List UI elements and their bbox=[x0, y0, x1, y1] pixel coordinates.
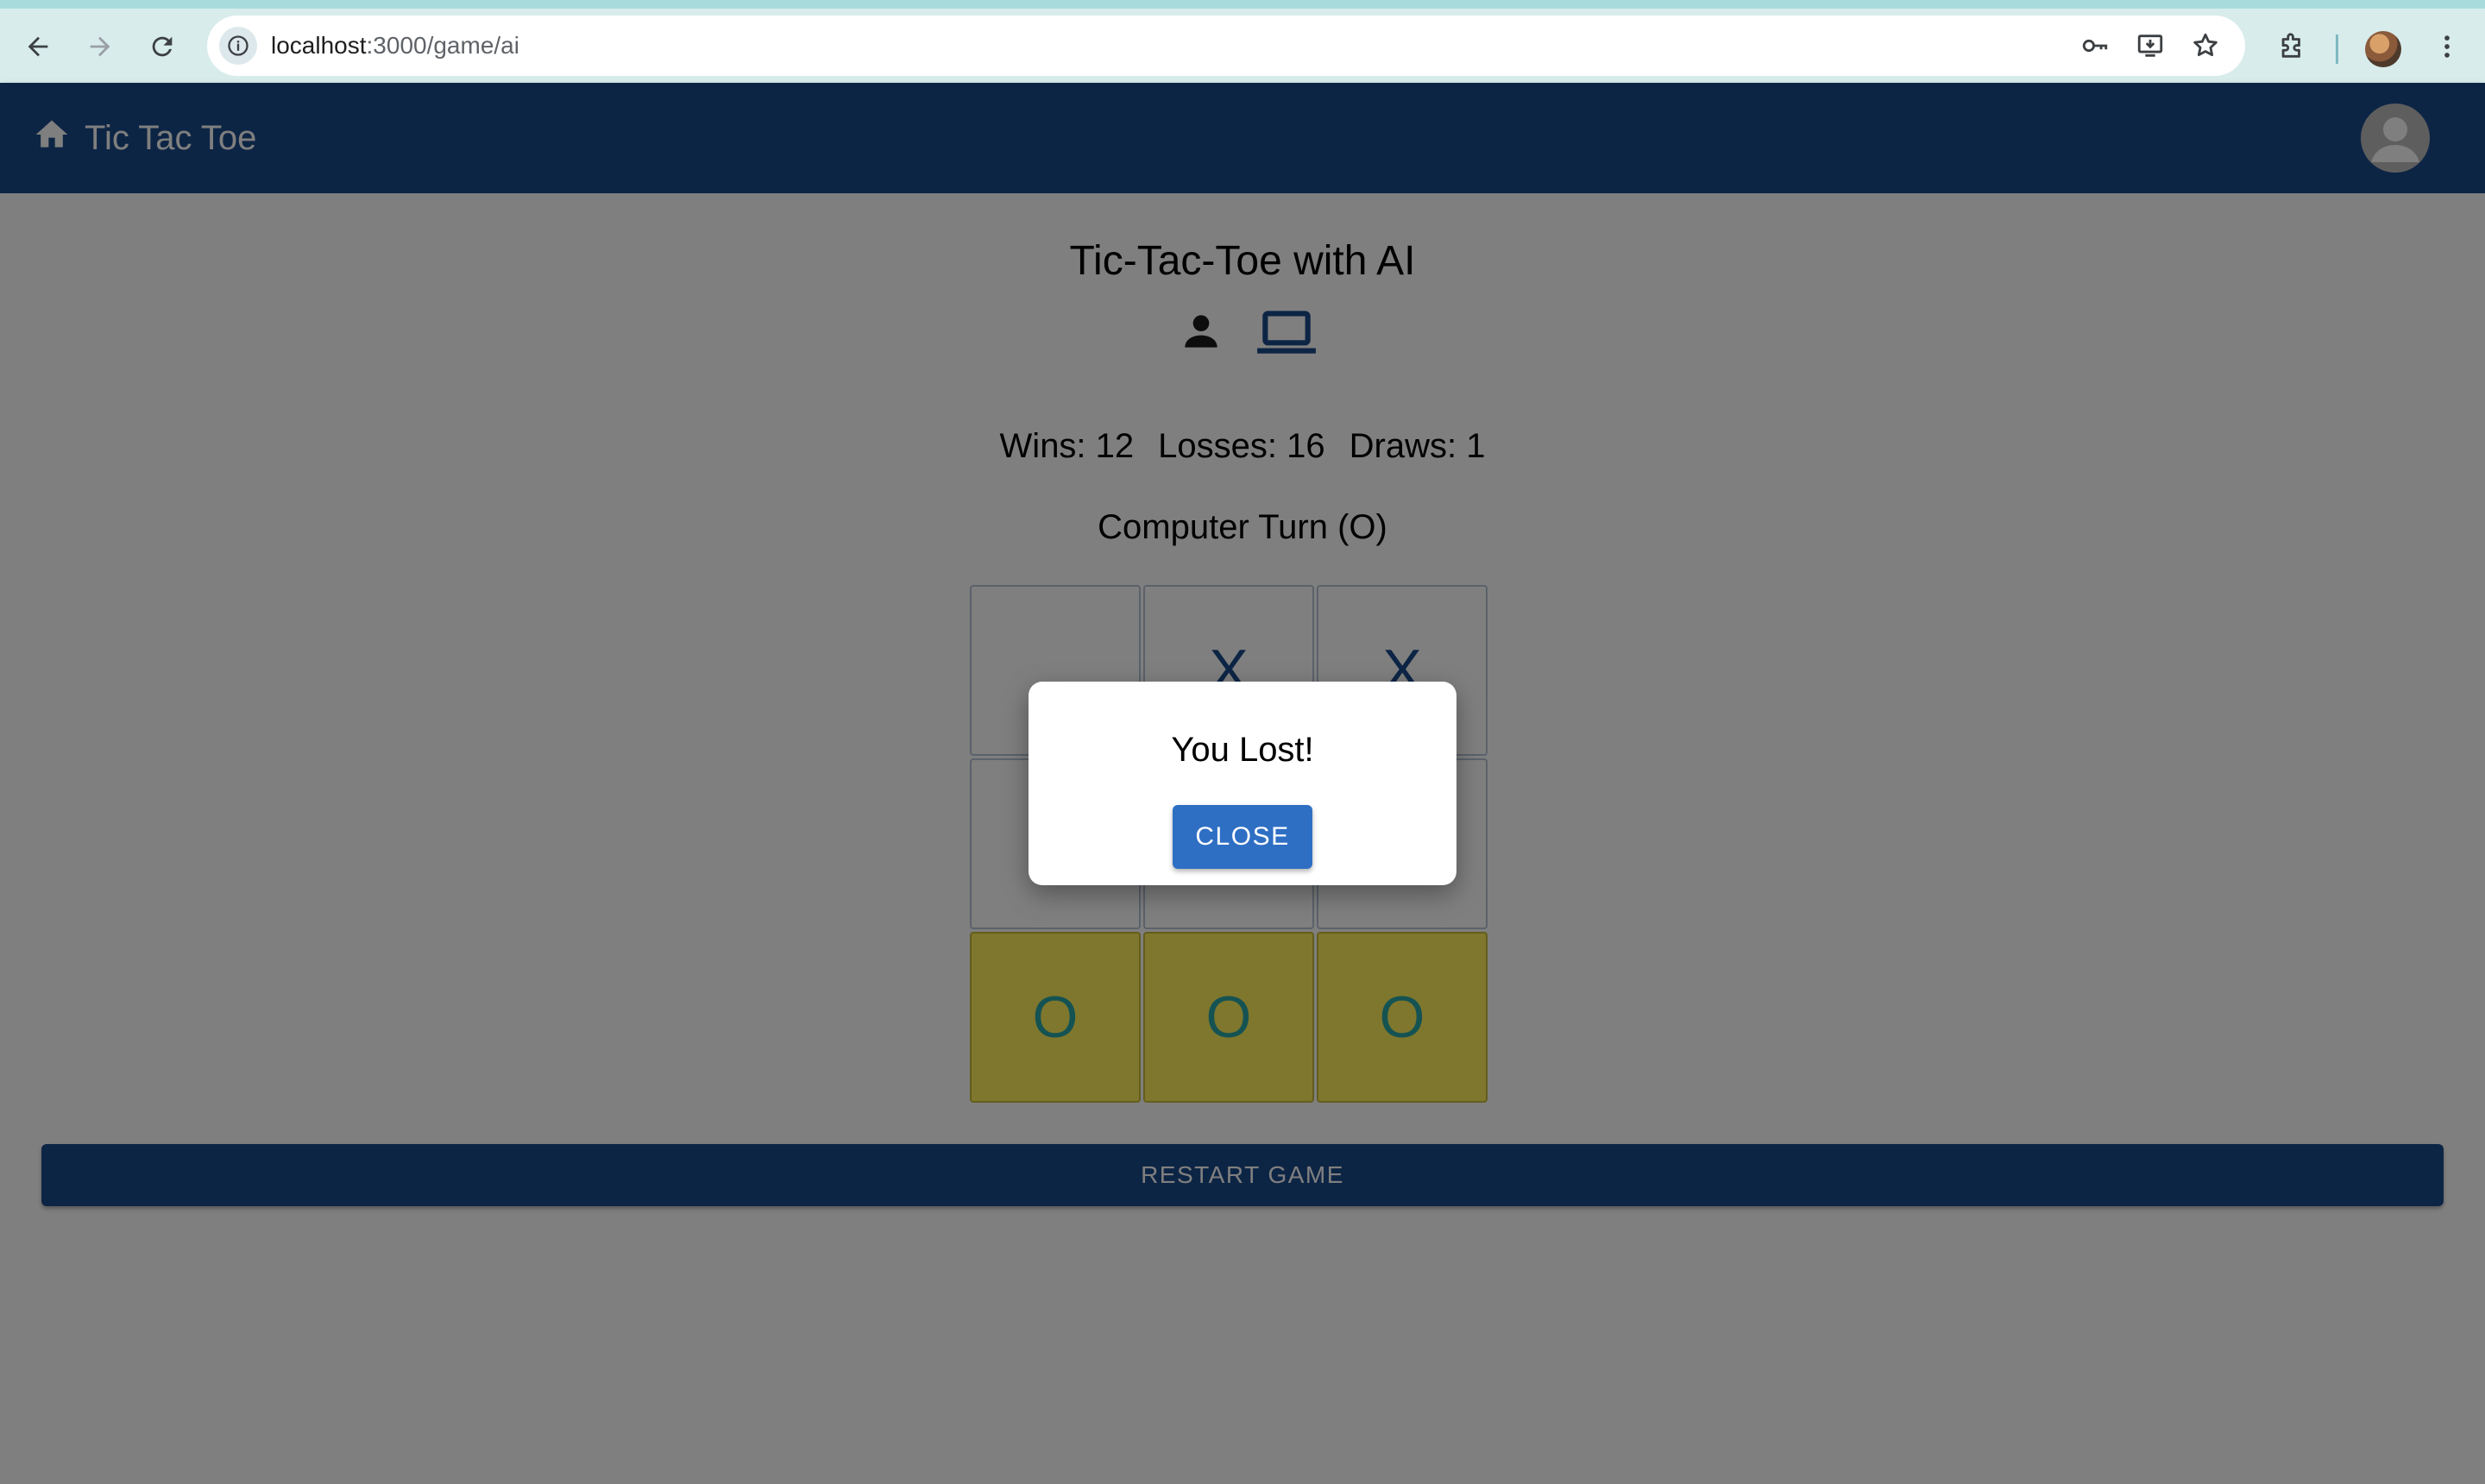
reload-icon bbox=[152, 36, 173, 57]
browser-profile-avatar[interactable] bbox=[2365, 31, 2401, 67]
browser-toolbar: localhost:3000/game/ai bbox=[0, 0, 2485, 83]
url-host: localhost bbox=[271, 32, 367, 59]
browser-menu-button[interactable] bbox=[2426, 26, 2468, 67]
site-info-icon[interactable] bbox=[219, 27, 257, 65]
address-bar[interactable]: localhost:3000/game/ai bbox=[207, 16, 2245, 76]
url-path: :3000/game/ai bbox=[366, 32, 519, 59]
forward-button[interactable] bbox=[79, 26, 121, 67]
back-button[interactable] bbox=[17, 26, 59, 67]
close-button[interactable]: CLOSE bbox=[1173, 805, 1312, 869]
password-key-icon[interactable] bbox=[2078, 28, 2112, 63]
dialog-title: You Lost! bbox=[1171, 731, 1314, 769]
extensions-button[interactable] bbox=[2271, 26, 2312, 67]
puzzle-icon bbox=[2281, 33, 2300, 58]
arrow-left-icon bbox=[28, 36, 48, 57]
bookmark-star-icon[interactable] bbox=[2188, 28, 2223, 63]
toolbar-divider bbox=[2336, 35, 2338, 64]
install-app-icon[interactable] bbox=[2133, 28, 2167, 63]
url-text[interactable]: localhost:3000/game/ai bbox=[271, 31, 519, 60]
result-dialog: You Lost! CLOSE bbox=[1029, 682, 1456, 885]
more-vert-icon bbox=[2444, 35, 2450, 58]
arrow-right-icon bbox=[90, 36, 110, 57]
reload-button[interactable] bbox=[142, 26, 183, 67]
